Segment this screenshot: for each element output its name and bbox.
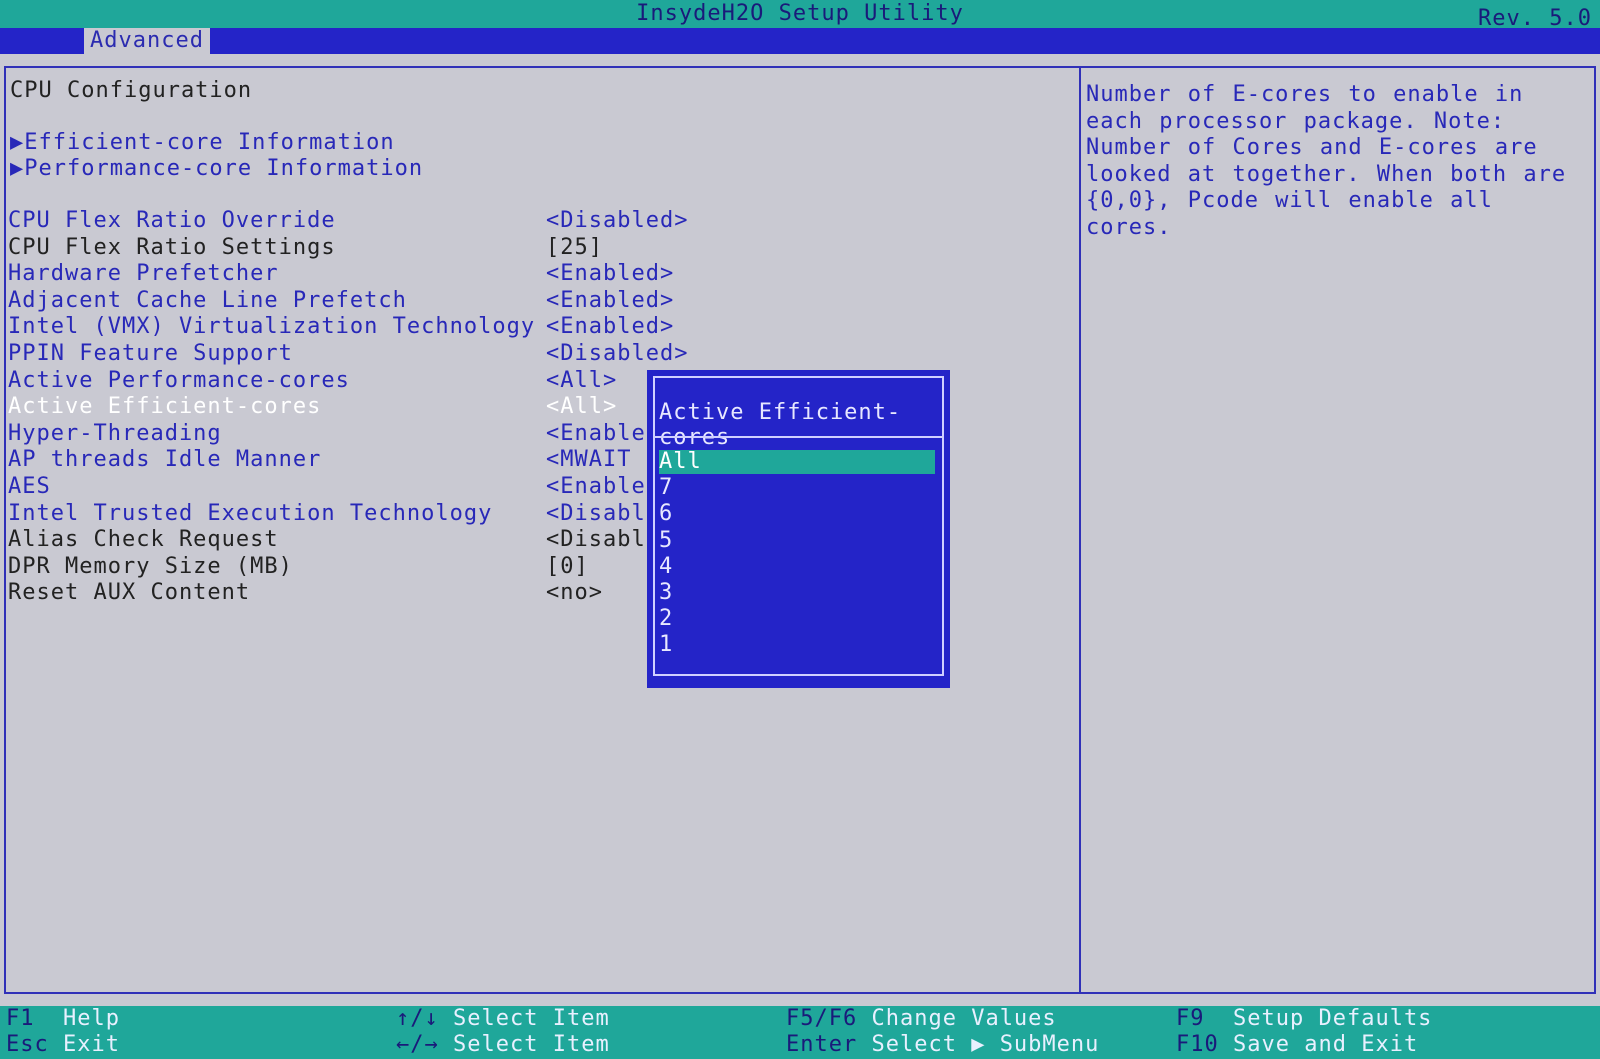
key-description: Save and Exit bbox=[1233, 1032, 1419, 1057]
submenu-efficient-core-information[interactable]: ▶Efficient-core Information bbox=[10, 130, 395, 155]
popup-option-5[interactable]: 5 bbox=[659, 528, 935, 553]
setting-row-adjacent-cache-line-prefetch[interactable]: Adjacent Cache Line Prefetch <Enabled> bbox=[8, 288, 1068, 314]
setting-value[interactable]: <Enabled> bbox=[546, 261, 674, 286]
app-title: InsydeH2O Setup Utility bbox=[636, 1, 964, 26]
footer-key-f5f6: F5/F6 Change Values bbox=[786, 1006, 1057, 1031]
tab-advanced[interactable]: Advanced bbox=[84, 28, 210, 54]
setting-value[interactable]: <Enabled bbox=[546, 421, 660, 446]
section-title: CPU Configuration bbox=[10, 78, 253, 103]
setting-label: Active Efficient-cores bbox=[8, 394, 322, 420]
setting-label: AES bbox=[8, 474, 51, 499]
setting-label: Adjacent Cache Line Prefetch bbox=[8, 287, 407, 313]
setting-label: PPIN Feature Support bbox=[8, 341, 293, 366]
popup-option-1[interactable]: 1 bbox=[659, 633, 935, 657]
setting-value: <no> bbox=[546, 580, 603, 606]
popup-separator bbox=[653, 436, 944, 438]
setting-label: Alias Check Request bbox=[8, 527, 279, 553]
setting-label: DPR Memory Size (MB) bbox=[8, 553, 293, 579]
setting-value[interactable]: <All> bbox=[546, 394, 617, 419]
footer-key-esc: Esc Exit bbox=[6, 1032, 120, 1057]
key-label: ←/→ bbox=[396, 1032, 439, 1057]
key-label: Enter bbox=[786, 1032, 858, 1057]
setting-row-intel-vmx-virtualization-technology[interactable]: Intel (VMX) Virtualization Technology <En… bbox=[8, 314, 1068, 340]
setting-value: <Disable bbox=[546, 527, 660, 553]
popup-option-all[interactable]: All bbox=[659, 450, 935, 474]
setting-label: AP threads Idle Manner bbox=[8, 447, 322, 473]
setting-value[interactable]: <Enabled bbox=[546, 474, 660, 499]
setting-label: Intel (VMX) Virtualization Technology bbox=[8, 314, 536, 340]
key-description: Help bbox=[63, 1006, 120, 1031]
setting-value[interactable]: <MWAIT L bbox=[546, 447, 660, 472]
popup-option-7[interactable]: 7 bbox=[659, 476, 935, 500]
key-description: Select ▶ SubMenu bbox=[871, 1032, 1100, 1057]
setting-value: [25] bbox=[546, 234, 603, 260]
help-text: Number of E-cores to enable in each proc… bbox=[1086, 82, 1567, 240]
footer-key-leftright: ←/→ Select Item bbox=[396, 1032, 610, 1057]
popup-option-3[interactable]: 3 bbox=[659, 581, 935, 605]
setting-value[interactable]: <Enabled> bbox=[546, 314, 674, 339]
key-description: Setup Defaults bbox=[1233, 1006, 1433, 1031]
setting-value[interactable]: <Disabled> bbox=[546, 208, 688, 233]
setting-value[interactable]: <Disabled> bbox=[546, 341, 688, 366]
footer-key-enter: Enter Select ▶ SubMenu bbox=[786, 1032, 1099, 1057]
key-description: Change Values bbox=[871, 1006, 1057, 1031]
footer-key-f10: F10 Save and Exit bbox=[1176, 1032, 1418, 1057]
setting-label: Active Performance-cores bbox=[8, 367, 350, 393]
setting-label: Reset AUX Content bbox=[8, 580, 251, 606]
popup-option-6[interactable]: 6 bbox=[659, 502, 935, 526]
title-bar: InsydeH2O Setup Utility Rev. 5.0 bbox=[0, 0, 1600, 31]
key-label: F10 bbox=[1176, 1032, 1219, 1057]
key-label: F1 bbox=[6, 1006, 35, 1031]
key-description: Exit bbox=[63, 1032, 120, 1057]
setting-row-cpu-flex-ratio-settings: CPU Flex Ratio Settings [25] bbox=[8, 235, 1068, 261]
setting-label: CPU Flex Ratio Settings bbox=[8, 234, 336, 260]
footer-key-help: F1 Help Esc Exit ↑/↓ Select Item ←/→ Sel… bbox=[0, 1006, 1600, 1059]
setting-row-cpu-flex-ratio-override[interactable]: CPU Flex Ratio Override <Disabled> bbox=[8, 208, 1068, 234]
popup-option-2[interactable]: 2 bbox=[659, 607, 935, 631]
footer-key-f1: F1 Help bbox=[6, 1006, 120, 1031]
setting-value[interactable]: <Disable bbox=[546, 501, 660, 526]
popup-title: Active Efficient-cores bbox=[659, 400, 902, 450]
option-popup: Active Efficient-cores All 7 6 5 4 3 2 1 bbox=[647, 370, 950, 688]
setting-label: CPU Flex Ratio Override bbox=[8, 208, 336, 233]
setting-row-ppin-feature-support[interactable]: PPIN Feature Support <Disabled> bbox=[8, 341, 1068, 367]
key-label: F5/F6 bbox=[786, 1006, 858, 1031]
key-label: ↑/↓ bbox=[396, 1006, 439, 1031]
footer-key-f9: F9 Setup Defaults bbox=[1176, 1006, 1432, 1031]
key-description: Select Item bbox=[453, 1032, 610, 1057]
popup-option-4[interactable]: 4 bbox=[659, 554, 935, 579]
setting-value[interactable]: <Enabled> bbox=[546, 288, 674, 313]
setting-label: Hardware Prefetcher bbox=[8, 261, 279, 287]
panel-divider bbox=[1079, 66, 1081, 994]
setting-row-hardware-prefetcher[interactable]: Hardware Prefetcher <Enabled> bbox=[8, 261, 1068, 287]
key-label: F9 bbox=[1176, 1006, 1205, 1031]
setting-label: Intel Trusted Execution Technology bbox=[8, 500, 493, 526]
submenu-performance-core-information[interactable]: ▶Performance-core Information bbox=[10, 156, 423, 181]
key-description: Select Item bbox=[453, 1006, 610, 1031]
key-label: Esc bbox=[6, 1032, 49, 1057]
setting-label: Hyper-Threading bbox=[8, 420, 222, 446]
setting-value[interactable]: <All> bbox=[546, 368, 617, 393]
setting-value: [0] bbox=[546, 553, 589, 579]
menu-bar: Advanced bbox=[0, 28, 1600, 54]
footer-key-updown: ↑/↓ Select Item bbox=[396, 1006, 610, 1031]
